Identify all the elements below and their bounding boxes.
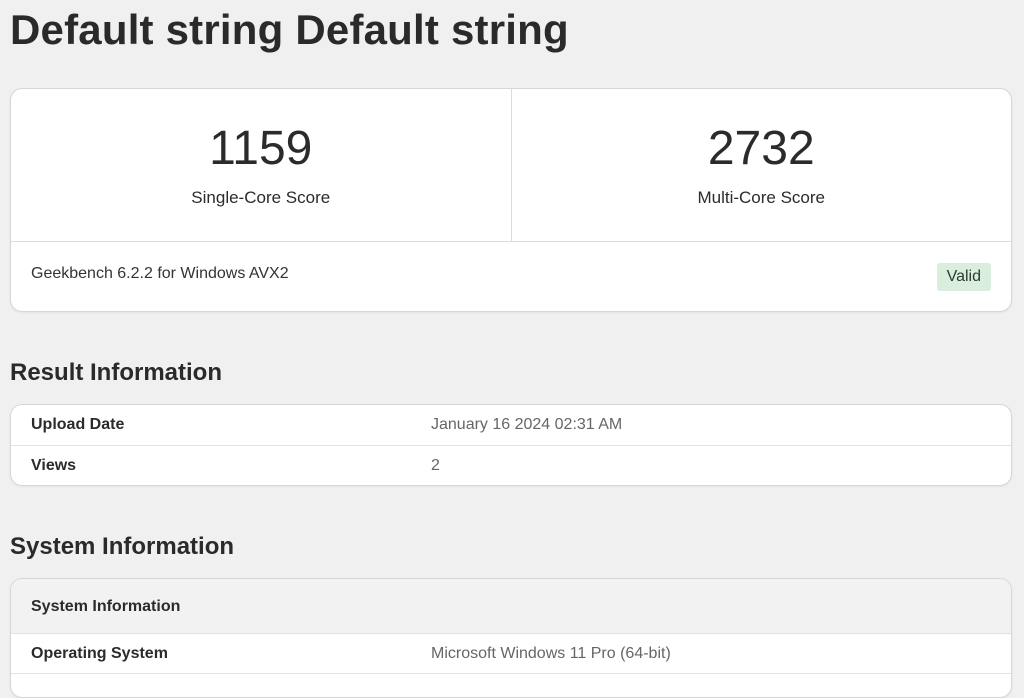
single-core-score: 1159 [209, 122, 313, 175]
single-core-cell: 1159 Single-Core Score [11, 89, 511, 241]
table-row: Operating System Microsoft Windows 11 Pr… [11, 634, 1011, 674]
multi-core-score: 2732 [707, 122, 815, 175]
views-value: 2 [431, 457, 440, 474]
views-label: Views [31, 457, 77, 474]
single-core-label: Single-Core Score [191, 188, 331, 207]
valid-status-badge: Valid [936, 263, 991, 291]
page-title: Default string Default string [10, 6, 569, 53]
system-information-table-header: System Information [11, 579, 1011, 634]
benchmark-version: Geekbench 6.2.2 for Windows AVX2 [31, 265, 289, 282]
table-row: Upload Date January 16 2024 02:31 AM [11, 405, 1011, 445]
multi-core-label: Multi-Core Score [697, 188, 826, 207]
operating-system-value: Microsoft Windows 11 Pro (64-bit) [431, 645, 671, 662]
upload-date-value: January 16 2024 02:31 AM [431, 416, 623, 433]
table-row: Views 2 [11, 445, 1011, 485]
result-information-heading: Result Information [10, 359, 223, 386]
score-card: 1159 Single-Core Score 2732 Multi-Core S… [10, 88, 1012, 312]
multi-core-cell: 2732 Multi-Core Score [510, 89, 1012, 241]
scores-row: 1159 Single-Core Score 2732 Multi-Core S… [11, 89, 1011, 242]
result-information-table: Upload Date January 16 2024 02:31 AM Vie… [10, 404, 1012, 486]
version-row: Geekbench 6.2.2 for Windows AVX2 Valid [11, 242, 1011, 311]
system-information-table: System Information Operating System Micr… [10, 578, 1012, 698]
operating-system-label: Operating System [31, 645, 168, 662]
system-information-table-title: System Information [31, 598, 181, 615]
system-information-heading: System Information [10, 533, 235, 560]
upload-date-label: Upload Date [31, 416, 125, 433]
